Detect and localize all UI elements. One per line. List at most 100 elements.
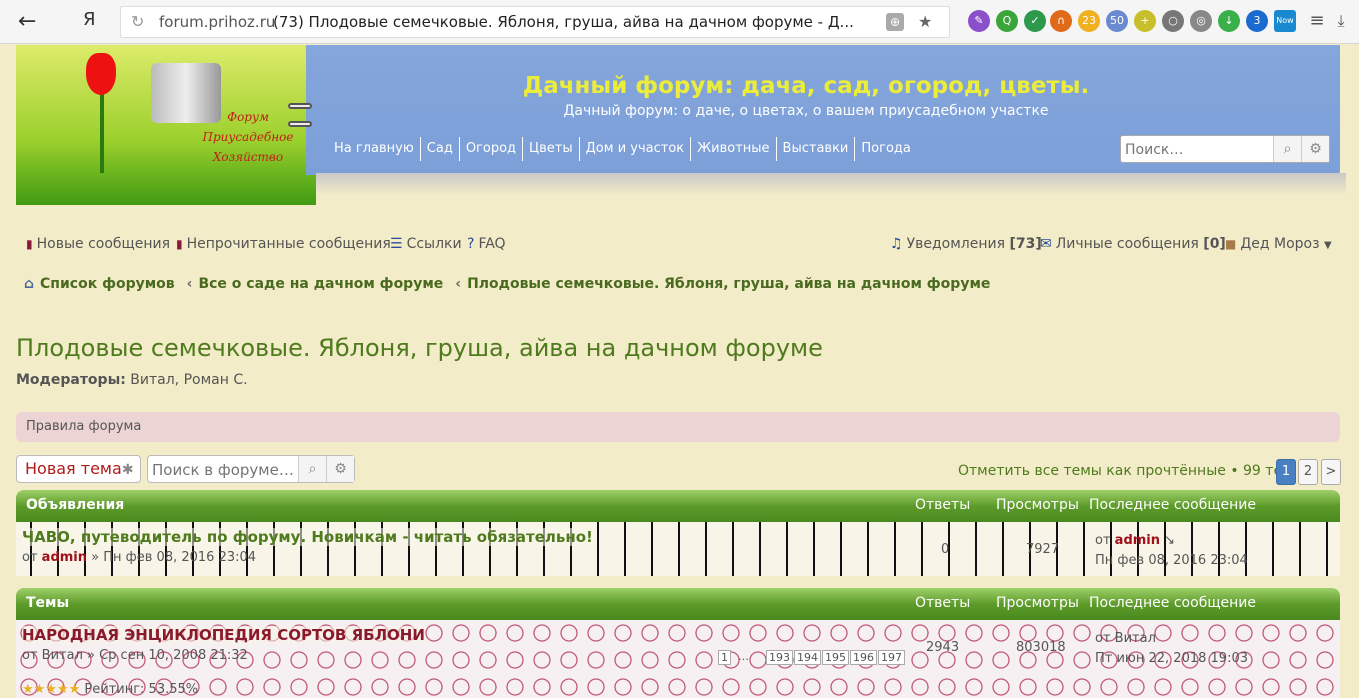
reload-icon[interactable]: ↻ <box>131 7 144 37</box>
search-icon[interactable]: ⌕ <box>298 456 326 482</box>
extension-plus-icon[interactable]: + <box>1134 10 1156 32</box>
topic-page-193[interactable]: 193 <box>766 650 793 665</box>
extension-weather-icon[interactable]: 23 <box>1078 10 1100 32</box>
next-page-button[interactable]: > <box>1321 459 1341 485</box>
back-arrow-icon[interactable]: ← <box>18 9 44 35</box>
forum-search-box: ⌕ ⚙ <box>147 455 355 483</box>
topic-page-195[interactable]: 195 <box>822 650 849 665</box>
last-post-date: Пт июн 22, 2018 19:03 <box>1095 651 1248 666</box>
topic-page-1[interactable]: 1 <box>718 650 731 665</box>
faq-link[interactable]: ? FAQ <box>467 236 506 252</box>
goto-last-post-icon[interactable]: ↘ <box>1164 533 1175 548</box>
nav-vegetable-garden[interactable]: Огород <box>458 137 522 161</box>
nav-house[interactable]: Дом и участок <box>578 137 691 161</box>
unread-posts-link[interactable]: ▮ Непрочитанные сообщения <box>176 236 391 252</box>
extension-download-icon[interactable]: ↓ <box>1218 10 1240 32</box>
topic-date: » Пн фев 08, 2016 23:04 <box>91 550 257 565</box>
topic-title[interactable]: ЧАВО, путеводитель по форуму. Новичкам -… <box>22 528 593 546</box>
topic-meta: от Витал » Ср сен 10, 2008 21:32 <box>22 648 248 663</box>
topic-page-196[interactable]: 196 <box>850 650 877 665</box>
by-label: от <box>1095 533 1111 548</box>
extension-q-icon[interactable]: Q <box>996 10 1018 32</box>
new-topic-label: Новая тема <box>25 459 122 478</box>
nav-weather[interactable]: Погода <box>854 137 916 161</box>
topic-author[interactable]: admin <box>42 550 87 565</box>
nav-garden[interactable]: Сад <box>419 137 459 161</box>
extension-mail-icon[interactable]: 50 <box>1106 10 1128 32</box>
gear-icon[interactable]: ⚙ <box>1301 136 1329 162</box>
bell-icon: ♫ <box>890 236 903 252</box>
extension-vk-icon[interactable]: 3 <box>1246 10 1268 32</box>
forum-rules-link[interactable]: Правила форума <box>16 412 1340 442</box>
home-icon: ⌂ <box>24 276 35 292</box>
url-page-title: (73) Плодовые семечковые. Яблоня, груша,… <box>273 13 854 31</box>
topics-title: Темы <box>26 595 70 611</box>
nav-flowers[interactable]: Цветы <box>522 137 579 161</box>
links-menu[interactable]: ☰ Ссылки <box>390 236 462 252</box>
chevron-down-icon: ▼ <box>1324 240 1332 251</box>
notifications-link[interactable]: ♫ Уведомления [73] <box>890 236 1042 252</box>
extension-bulb-icon[interactable]: ○ <box>1162 10 1184 32</box>
announcement-row: ЧАВО, путеводитель по форуму. Новичкам -… <box>16 522 1340 576</box>
col-last-post: Последнее сообщение <box>1089 595 1256 611</box>
download-bar-icon[interactable]: ⤓ <box>1330 10 1352 32</box>
extension-film-icon[interactable]: ◎ <box>1190 10 1212 32</box>
moderators-list[interactable]: Витал, Роман С. <box>130 372 247 388</box>
replies-count: 2943 <box>926 640 960 655</box>
last-author[interactable]: admin <box>1115 533 1160 548</box>
topic-title[interactable]: НАРОДНАЯ ЭНЦИКЛОПЕДИЯ СОРТОВ ЯБЛОНИ <box>22 626 425 644</box>
topic-page-197[interactable]: 197 <box>878 650 905 665</box>
replies-count: 0 <box>941 542 950 557</box>
links-label: Ссылки <box>406 236 462 252</box>
search-icon[interactable]: ⌕ <box>1273 136 1301 162</box>
mail-icon: ✉ <box>1040 236 1052 252</box>
address-bar[interactable]: ↻ forum.prihoz.ru (73) Плодовые семечков… <box>120 6 950 38</box>
bookmark-star-icon[interactable]: ★ <box>918 7 932 37</box>
extension-magnet-icon[interactable]: ∩ <box>1050 10 1072 32</box>
menu-icon[interactable]: ≡ <box>1306 10 1328 32</box>
site-title: Дачный форум: дача, сад, огород, цветы. <box>522 73 1090 99</box>
extension-pen-icon[interactable]: ✎ <box>968 10 990 32</box>
url-domain: forum.prihoz.ru <box>159 13 276 31</box>
extension-news-icon[interactable]: Now <box>1274 10 1296 32</box>
nav-home[interactable]: На главную <box>328 137 420 161</box>
topic-page-194[interactable]: 194 <box>794 650 821 665</box>
by-label: от <box>22 550 38 565</box>
mark-topics-read-link[interactable]: Отметить все темы как прочтённые • 99 те… <box>958 463 1293 479</box>
asterisk-icon: ✱ <box>121 462 134 478</box>
announcements-title: Объявления <box>26 497 125 513</box>
faq-label: FAQ <box>478 236 506 252</box>
pm-label: Личные сообщения <box>1055 236 1199 252</box>
col-last-post: Последнее сообщение <box>1089 497 1256 513</box>
breadcrumb-separator: ‹ <box>186 276 193 292</box>
col-views: Просмотры <box>996 497 1079 513</box>
username: Дед Мороз <box>1240 236 1320 252</box>
yandex-icon[interactable]: Я <box>83 9 96 30</box>
private-messages-link[interactable]: ✉ Личные сообщения [0] <box>1040 236 1226 252</box>
site-header: Форум Приусадебное Хозяйство Дачный фору… <box>16 45 1346 205</box>
site-search-input[interactable] <box>1125 140 1273 159</box>
nav-animals[interactable]: Животные <box>690 137 775 161</box>
last-post-author: от admin ↘ <box>1095 533 1175 548</box>
breadcrumb-category[interactable]: Все о саде на дачном форуме <box>198 276 443 292</box>
page-1[interactable]: 1 <box>1276 459 1296 485</box>
col-views: Просмотры <box>996 595 1079 611</box>
breadcrumb-forums[interactable]: Список форумов <box>40 276 175 292</box>
site-logo[interactable]: Форум Приусадебное Хозяйство <box>16 45 316 205</box>
new-topic-button[interactable]: Новая тема✱ <box>16 455 141 483</box>
page-2[interactable]: 2 <box>1298 459 1318 485</box>
new-posts-link[interactable]: ▮ Новые сообщения <box>26 236 170 252</box>
gear-icon[interactable]: ⚙ <box>326 456 354 482</box>
rating-text: Рейтинг: 53.55% <box>84 682 199 697</box>
user-menu[interactable]: ■ Дед Мороз ▼ <box>1225 236 1332 252</box>
last-post-author[interactable]: от Витал <box>1095 631 1156 646</box>
document-icon: ▮ <box>26 237 33 251</box>
topic-page-ellipsis: … <box>738 650 749 663</box>
page-title[interactable]: Плодовые семечковые. Яблоня, груша, айва… <box>16 334 823 362</box>
protect-icon[interactable]: ⊕ <box>886 13 904 31</box>
extension-shield-icon[interactable]: ✓ <box>1024 10 1046 32</box>
avatar: ■ <box>1225 237 1237 251</box>
nav-exhibitions[interactable]: Выставки <box>775 137 855 161</box>
forum-search-input[interactable] <box>152 460 298 479</box>
breadcrumb-forum[interactable]: Плодовые семечковые. Яблоня, груша, айва… <box>467 276 990 292</box>
